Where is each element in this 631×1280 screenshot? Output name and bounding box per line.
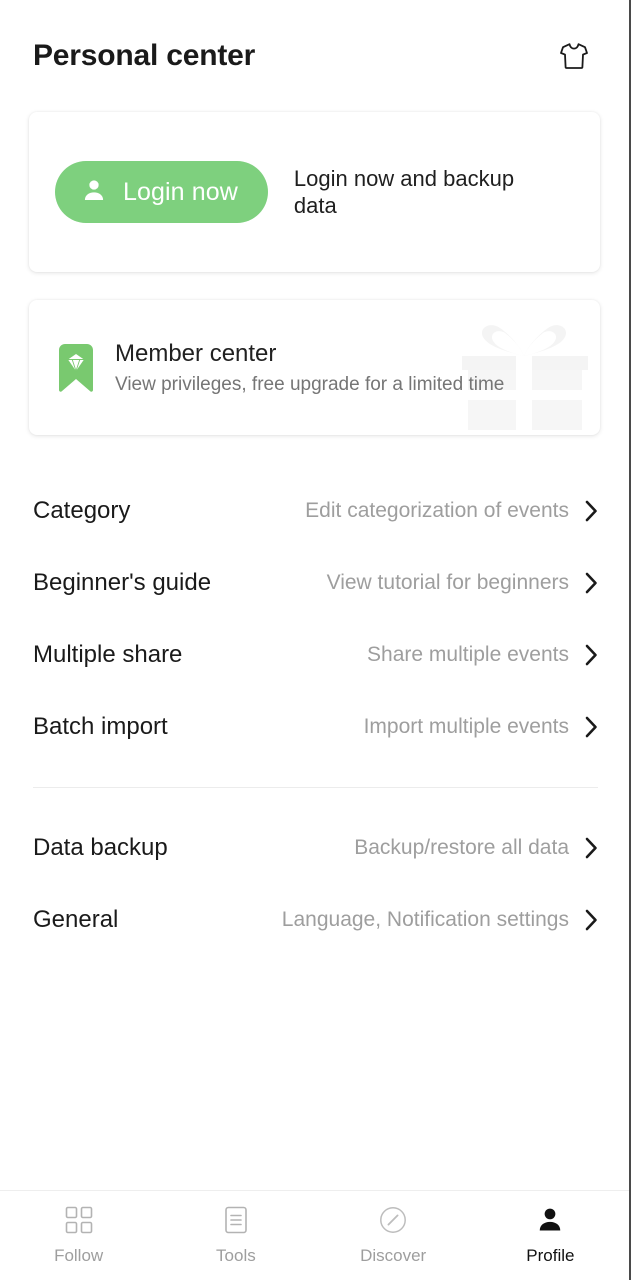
person-filled-icon-glyph bbox=[540, 1208, 561, 1231]
chevron-right-icon bbox=[585, 909, 598, 931]
page-title: Personal center bbox=[33, 39, 256, 72]
chevron-right-icon bbox=[585, 644, 598, 666]
menu-row-category[interactable]: Category Edit categorization of events bbox=[0, 475, 629, 547]
member-center-card[interactable]: Member center View privileges, free upgr… bbox=[29, 300, 600, 435]
tshirt-icon-glyph bbox=[560, 43, 588, 69]
menu-row-batch-import[interactable]: Batch import Import multiple events bbox=[0, 691, 629, 763]
menu-row-general[interactable]: General Language, Notification settings bbox=[0, 884, 629, 956]
document-lines-icon bbox=[219, 1203, 253, 1237]
menu-label: General bbox=[33, 906, 119, 933]
chevron-right-glyph bbox=[585, 500, 597, 522]
menu-row-right: Edit categorization of events bbox=[305, 499, 598, 523]
member-center-title: Member center bbox=[115, 339, 277, 367]
menu-value: Import multiple events bbox=[363, 715, 569, 738]
menu-row-right: Import multiple events bbox=[364, 715, 598, 739]
document-lines-icon-glyph bbox=[225, 1206, 247, 1234]
menu-value: Backup/restore all data bbox=[354, 836, 569, 859]
compass-icon-glyph bbox=[380, 1207, 407, 1233]
menu-label: Batch import bbox=[33, 713, 168, 740]
menu-row-right: View tutorial for beginners bbox=[327, 571, 598, 595]
grid-icon-glyph bbox=[65, 1206, 92, 1234]
chevron-right-icon bbox=[585, 837, 598, 859]
menu-label: Data backup bbox=[33, 834, 168, 861]
login-description: Login now and backup data bbox=[293, 165, 515, 218]
chevron-right-glyph bbox=[585, 572, 597, 594]
member-center-text: Member center View privileges, free upgr… bbox=[115, 340, 504, 396]
menu-value: Edit categorization of events bbox=[305, 499, 569, 522]
member-center-subtitle: View privileges, free upgrade for a limi… bbox=[115, 373, 505, 395]
nav-item-discover[interactable]: Discover bbox=[315, 1203, 472, 1266]
diamond-badge-icon bbox=[55, 343, 97, 392]
nav-item-profile[interactable]: Profile bbox=[472, 1203, 629, 1266]
chevron-right-glyph bbox=[585, 909, 597, 931]
nav-item-follow[interactable]: Follow bbox=[0, 1203, 157, 1266]
nav-label-profile: Profile bbox=[526, 1246, 575, 1265]
login-card: Login now Login now and backup data bbox=[29, 112, 600, 272]
menu-row-data-backup[interactable]: Data backup Backup/restore all data bbox=[0, 812, 629, 884]
nav-label-discover: Discover bbox=[360, 1246, 427, 1265]
diamond-badge-glyph bbox=[59, 343, 93, 392]
nav-item-tools[interactable]: Tools bbox=[157, 1203, 314, 1266]
menu-divider bbox=[33, 787, 598, 788]
nav-label-tools: Tools bbox=[216, 1246, 256, 1265]
menu-value: Share multiple events bbox=[367, 643, 569, 666]
chevron-right-icon bbox=[585, 500, 598, 522]
chevron-right-icon bbox=[585, 716, 598, 738]
chevron-right-glyph bbox=[585, 837, 597, 859]
nav-label-follow: Follow bbox=[54, 1246, 104, 1265]
chevron-right-glyph bbox=[585, 644, 597, 666]
app-header: Personal center bbox=[0, 0, 629, 112]
menu-row-right: Language, Notification settings bbox=[282, 908, 598, 932]
person-filled-icon bbox=[533, 1203, 567, 1237]
login-now-button[interactable]: Login now bbox=[55, 161, 268, 223]
menu-label: Multiple share bbox=[33, 641, 183, 668]
menu-row-right: Share multiple events bbox=[367, 643, 598, 667]
menu-value: Language, Notification settings bbox=[281, 908, 569, 931]
compass-icon bbox=[376, 1203, 410, 1237]
chevron-right-glyph bbox=[585, 716, 597, 738]
person-icon-glyph bbox=[84, 179, 104, 200]
menu-row-beginners-guide[interactable]: Beginner's guide View tutorial for begin… bbox=[0, 547, 629, 619]
personal-center-screen: Personal center Login now Login now and … bbox=[0, 0, 631, 1280]
grid-icon bbox=[62, 1203, 96, 1237]
person-icon bbox=[81, 177, 107, 208]
tshirt-icon[interactable] bbox=[552, 34, 596, 78]
settings-menu: Category Edit categorization of events B… bbox=[0, 475, 629, 956]
chevron-right-icon bbox=[585, 572, 598, 594]
login-now-label: Login now bbox=[123, 177, 238, 206]
menu-label: Category bbox=[33, 497, 131, 524]
menu-label: Beginner's guide bbox=[33, 569, 212, 596]
menu-value: View tutorial for beginners bbox=[326, 571, 569, 594]
bottom-navigation: Follow Tools Discover Profile bbox=[0, 1190, 629, 1280]
menu-row-multiple-share[interactable]: Multiple share Share multiple events bbox=[0, 619, 629, 691]
menu-row-right: Backup/restore all data bbox=[354, 836, 598, 860]
